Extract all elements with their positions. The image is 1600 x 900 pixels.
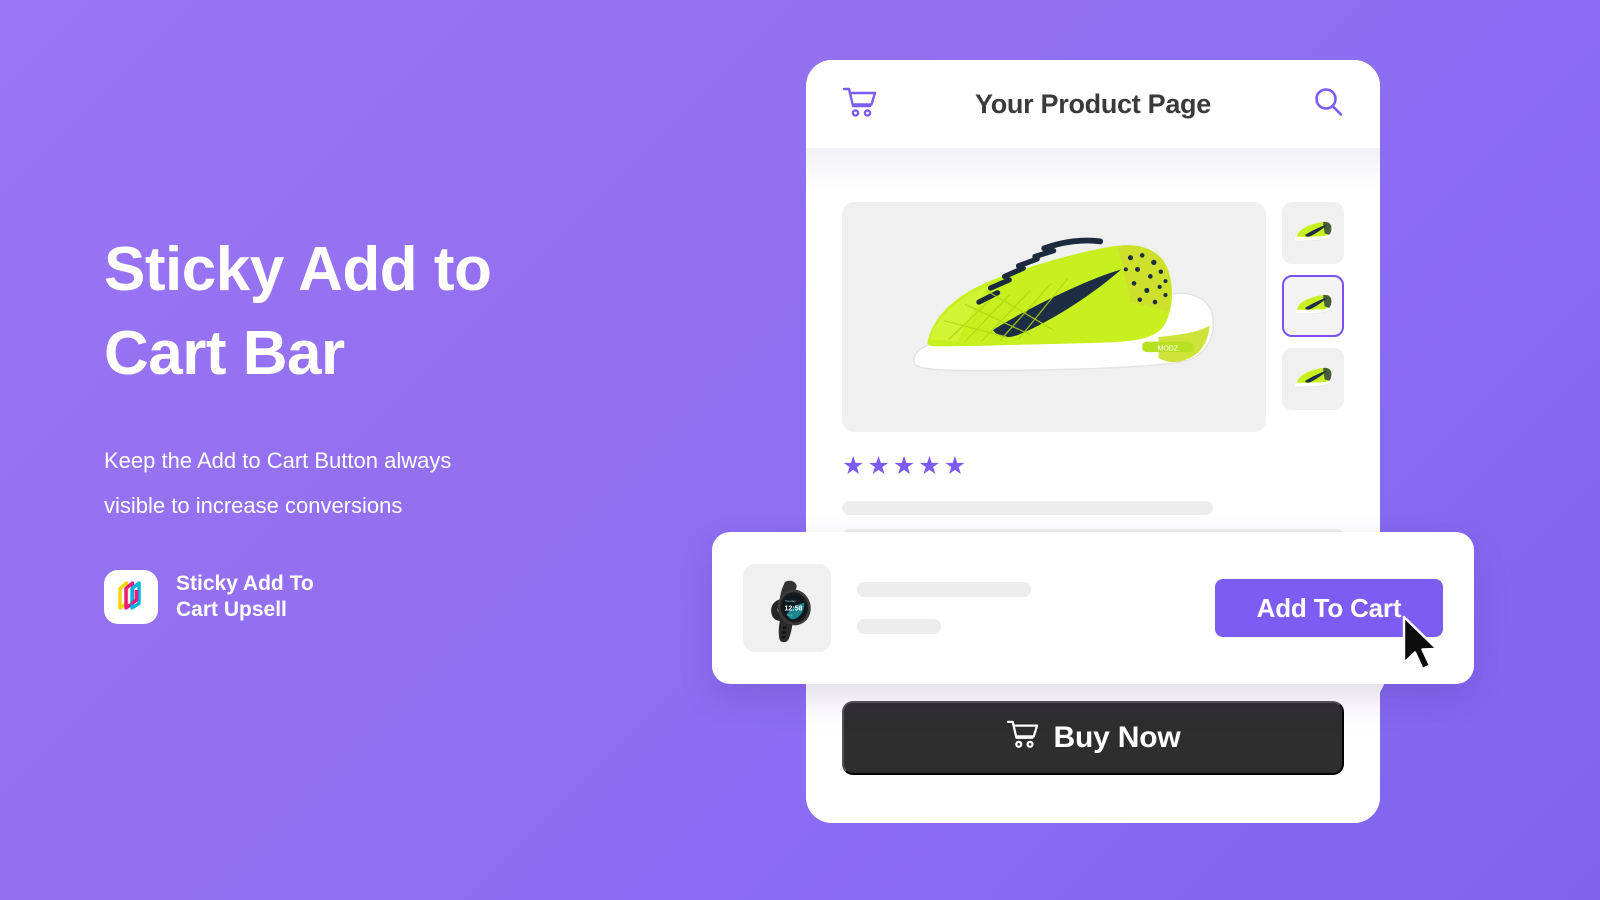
svg-text:MODZ: MODZ bbox=[1158, 345, 1179, 352]
product-gallery: MODZ bbox=[842, 148, 1344, 432]
promo-panel: Sticky Add to Cart Bar Keep the Add to C… bbox=[104, 228, 664, 624]
svg-text:Tuesday: Tuesday bbox=[785, 599, 796, 603]
placeholder-line bbox=[857, 582, 1031, 597]
svg-text:8 ng: 8 ng bbox=[787, 613, 793, 617]
product-page-header: Your Product Page bbox=[806, 60, 1380, 148]
star-icon-4: ★ bbox=[918, 452, 941, 480]
brand-logo bbox=[104, 570, 158, 624]
search-icon[interactable] bbox=[1312, 86, 1344, 123]
product-rating-stars: ★ ★ ★ ★ ★ bbox=[842, 454, 1344, 479]
star-icon-1: ★ bbox=[842, 452, 865, 480]
page-header-title: Your Product Page bbox=[975, 88, 1211, 119]
page-title-line-2: Cart Bar bbox=[104, 319, 345, 388]
page-title: Sticky Add to Cart Bar bbox=[104, 228, 664, 396]
product-thumbnail-1[interactable] bbox=[1282, 202, 1344, 264]
placeholder-line bbox=[857, 619, 941, 634]
add-to-cart-label: Add To Cart bbox=[1256, 592, 1402, 623]
upsell-product-image[interactable]: 12:58 Tuesday 8 ng bbox=[743, 564, 831, 652]
add-to-cart-button[interactable]: Add To Cart bbox=[1215, 579, 1443, 637]
product-thumbnail-list bbox=[1282, 202, 1344, 432]
buy-now-button[interactable]: Buy Now bbox=[842, 701, 1344, 775]
star-icon-5: ★ bbox=[943, 452, 967, 480]
svg-text:12:58: 12:58 bbox=[784, 605, 802, 612]
star-icon-3: ★ bbox=[892, 452, 916, 480]
sticky-add-to-cart-bar: 12:58 Tuesday 8 ng Add To Cart bbox=[712, 532, 1474, 684]
placeholder-line bbox=[842, 501, 1214, 515]
brand-row: Sticky Add To Cart Upsell bbox=[104, 570, 664, 624]
product-main-image[interactable]: MODZ bbox=[842, 202, 1266, 432]
shopping-cart-icon[interactable] bbox=[842, 86, 878, 123]
shopping-cart-icon bbox=[1006, 719, 1040, 757]
brand-name: Sticky Add To Cart Upsell bbox=[176, 572, 314, 621]
product-page-card: Your Product Page MODZ ★ ★ ★ ★ ★ Buy Now bbox=[806, 60, 1380, 823]
layered-books-logo-icon bbox=[114, 578, 148, 617]
upsell-text-placeholders bbox=[857, 582, 1191, 634]
product-page-body: MODZ ★ ★ ★ ★ ★ Buy Now bbox=[806, 148, 1380, 823]
product-thumbnail-2[interactable] bbox=[1282, 275, 1344, 337]
star-icon-2: ★ bbox=[867, 452, 890, 480]
promo-subtitle: Keep the Add to Cart Button always visib… bbox=[104, 448, 452, 518]
product-thumbnail-3[interactable] bbox=[1282, 348, 1344, 410]
buy-now-label: Buy Now bbox=[1053, 721, 1181, 754]
page-title-line-1: Sticky Add to bbox=[104, 235, 492, 304]
